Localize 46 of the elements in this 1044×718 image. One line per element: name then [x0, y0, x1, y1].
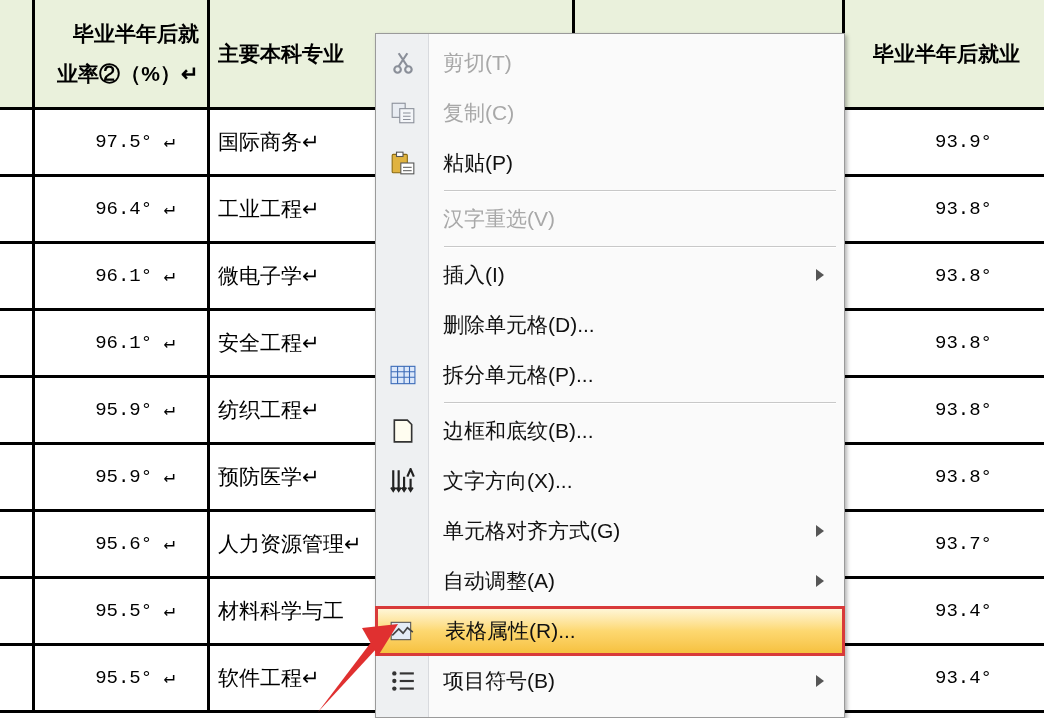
table-cell-text: 93.8°: [935, 263, 992, 289]
menu-item[interactable]: 边框和底纹(B)...: [376, 406, 844, 456]
column-header: 毕业半年后就业: [873, 40, 1020, 67]
table-cell-text: 工业工程↵: [218, 196, 320, 223]
menu-item[interactable]: 粘贴(P): [376, 138, 844, 188]
table-cell-text: 97.5° ↵: [95, 129, 175, 155]
menu-item[interactable]: 删除单元格(D)...: [376, 300, 844, 350]
table-cell-text: 96.1° ↵: [95, 263, 175, 289]
menu-item[interactable]: 单元格对齐方式(G): [376, 506, 844, 556]
menu-item[interactable]: 插入(I): [376, 250, 844, 300]
table-cell-text: 93.4°: [935, 665, 992, 691]
column-header: 毕业半年后就: [73, 21, 199, 47]
column-header: 主要本科专业: [218, 40, 344, 67]
menu-item[interactable]: 文字方向(X)...: [376, 456, 844, 506]
menu-item[interactable]: 自动调整(A): [376, 556, 844, 606]
table-cell-text: 95.5° ↵: [95, 665, 175, 691]
scissors-icon: [390, 50, 416, 76]
table-cell-text: 95.9° ↵: [95, 464, 175, 490]
copy-icon: [390, 100, 416, 126]
table-cell-text: 96.1° ↵: [95, 330, 175, 356]
bullet-list-icon: [390, 668, 416, 694]
table-cell-text: 国际商务↵: [218, 129, 320, 156]
menu-item[interactable]: 项目符号(B): [376, 656, 844, 706]
clipboard-icon: [390, 150, 416, 176]
table-cell-text: 纺织工程↵: [218, 397, 320, 424]
table-cell-text: 微电子学↵: [218, 263, 320, 290]
table-cell-text: 材料科学与工: [218, 598, 344, 625]
table-cell-text: 93.8°: [935, 397, 992, 423]
column-header: 业率②（%）↵: [57, 60, 199, 87]
table-cell-text: 95.5° ↵: [95, 598, 175, 624]
table-cell-text: 预防医学↵: [218, 464, 320, 491]
table-cell-text: 93.9°: [935, 129, 992, 155]
table-cell-text: 93.7°: [935, 531, 992, 557]
table-cell-text: 人力资源管理↵: [218, 531, 362, 558]
menu-item[interactable]: 表格属性(R)...: [375, 606, 845, 656]
text-direction-icon: [390, 468, 416, 494]
table-cell-text: 95.9° ↵: [95, 397, 175, 423]
table-cell-text: 95.6° ↵: [95, 531, 175, 557]
table-cell-text: 安全工程↵: [218, 330, 320, 357]
table-cell-text: 93.8°: [935, 464, 992, 490]
menu-item[interactable]: 拆分单元格(P)...: [376, 350, 844, 400]
table-cell-text: 软件工程↵: [218, 665, 320, 692]
table-cell-text: 93.8°: [935, 330, 992, 356]
table-cell-text: 96.4° ↵: [95, 196, 175, 222]
table-cell-text: 93.4°: [935, 598, 992, 624]
table-cell-text: 93.8°: [935, 196, 992, 222]
